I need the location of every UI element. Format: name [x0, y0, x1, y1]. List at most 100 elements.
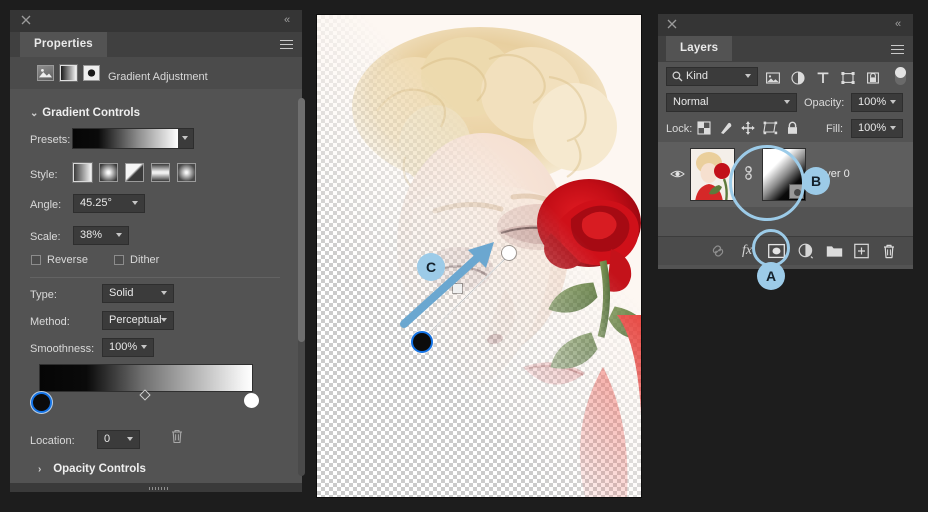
- new-layer-icon[interactable]: [854, 243, 869, 259]
- layers-panel: « Layers Kind Normal Opacity: 100% Lock:…: [658, 14, 913, 269]
- smoothness-input[interactable]: 100%: [102, 338, 154, 357]
- radial-gradient-style-icon[interactable]: [99, 163, 118, 182]
- chevron-down-icon: [141, 344, 149, 352]
- opacity-stepper[interactable]: [886, 93, 903, 112]
- reflected-gradient-style-icon[interactable]: [151, 163, 170, 182]
- search-icon: [672, 71, 683, 82]
- smoothness-label: Smoothness:: [30, 343, 95, 355]
- scale-input[interactable]: 38%: [73, 226, 129, 245]
- method-value: Perceptual: [109, 314, 162, 326]
- location-value: 0: [104, 433, 111, 445]
- callout-c-label: C: [425, 259, 437, 275]
- lock-all-icon[interactable]: [786, 121, 799, 135]
- eye-icon[interactable]: [670, 169, 685, 179]
- opacity-input[interactable]: 100%: [851, 93, 889, 112]
- gradient-stop-white[interactable]: [244, 393, 259, 408]
- layers-panel-titlebar: «: [658, 14, 913, 36]
- lock-fill-row: Lock: Fill: 100%: [658, 116, 913, 142]
- lock-image-pixels-icon[interactable]: [719, 121, 733, 135]
- fill-input[interactable]: 100%: [851, 119, 889, 138]
- lock-label: Lock:: [666, 123, 693, 135]
- mask-circle-icon[interactable]: [83, 65, 100, 81]
- reverse-checkbox[interactable]: [31, 255, 41, 265]
- gradient-end-handle[interactable]: [502, 246, 516, 260]
- location-stepper[interactable]: [123, 430, 140, 449]
- layer-kind-dropdown[interactable]: Kind: [666, 67, 758, 86]
- presets-dropdown[interactable]: [72, 128, 194, 149]
- filter-toggle-switch[interactable]: [895, 67, 906, 85]
- shape-layer-filter-icon[interactable]: [841, 71, 855, 85]
- chevron-down-icon: ⌄: [30, 108, 39, 119]
- chevron-down-icon: [161, 290, 169, 298]
- adjustment-header: Gradient Adjustment: [10, 57, 302, 90]
- new-adjustment-layer-icon[interactable]: [798, 243, 814, 259]
- layer-styles-fx-icon[interactable]: fx: [742, 243, 752, 259]
- layer-image-thumbnail[interactable]: [690, 148, 735, 201]
- dither-checkbox[interactable]: [114, 255, 124, 265]
- tab-properties-label: Properties: [34, 38, 93, 50]
- properties-tab-row: Properties: [10, 32, 302, 57]
- type-value: Solid: [109, 287, 134, 299]
- presets-label: Presets:: [30, 134, 71, 146]
- angle-input[interactable]: 45.25°: [73, 194, 145, 213]
- chevron-down-icon: [182, 135, 190, 143]
- trash-icon[interactable]: [170, 428, 184, 444]
- opacity-label: Opacity:: [804, 97, 845, 109]
- photoshop-workspace: « Properties Gradient Adjustment ⌄ Gradi…: [0, 0, 928, 512]
- gradient-start-handle[interactable]: [411, 331, 433, 353]
- angle-gradient-style-icon[interactable]: [125, 163, 144, 182]
- collapse-panel-icon[interactable]: «: [891, 18, 905, 30]
- type-dropdown[interactable]: Solid: [102, 284, 174, 303]
- panel-menu-icon[interactable]: [280, 40, 293, 49]
- new-group-icon[interactable]: [826, 243, 843, 259]
- pixel-layer-filter-icon[interactable]: [766, 71, 780, 85]
- close-icon[interactable]: [20, 14, 32, 26]
- chevron-down-icon: [784, 99, 792, 107]
- image-glyph: [38, 68, 53, 78]
- chevron-down-icon: [890, 125, 898, 133]
- tab-properties[interactable]: Properties: [20, 32, 107, 57]
- gradient-editor-strip[interactable]: [39, 364, 253, 392]
- lock-artboard-nesting-icon[interactable]: [763, 121, 778, 135]
- linear-gradient-style-icon[interactable]: [72, 162, 93, 183]
- divider: [30, 277, 280, 278]
- chevron-right-icon: ›: [38, 464, 42, 475]
- blend-mode-dropdown[interactable]: Normal: [666, 93, 797, 112]
- adjustment-layer-filter-icon[interactable]: [791, 71, 805, 85]
- panel-menu-icon[interactable]: [891, 45, 904, 54]
- smart-object-filter-icon[interactable]: [866, 71, 880, 85]
- collapse-panel-icon[interactable]: «: [280, 14, 294, 26]
- diamond-gradient-style-icon[interactable]: [177, 163, 196, 182]
- tab-layers[interactable]: Layers: [666, 36, 733, 61]
- method-label: Method:: [30, 316, 70, 328]
- vertical-scrollbar[interactable]: [298, 98, 305, 342]
- fill-stepper[interactable]: [886, 119, 903, 138]
- callout-b-ring: [729, 145, 805, 221]
- properties-scroll-area: ⌄ Gradient Controls Presets: Style: Angl…: [10, 89, 302, 479]
- gradient-swatch-icon[interactable]: [59, 64, 78, 82]
- gradient-controls-label: Gradient Controls: [42, 107, 140, 119]
- method-dropdown[interactable]: Perceptual: [102, 311, 174, 330]
- type-layer-filter-icon[interactable]: [816, 71, 830, 85]
- link-layers-icon[interactable]: [710, 243, 726, 259]
- callout-b-label: B: [810, 173, 822, 189]
- mask-glyph: [84, 66, 99, 80]
- opacity-controls-section-header[interactable]: › Opacity Controls: [38, 463, 146, 475]
- scale-value: 38%: [80, 229, 103, 241]
- properties-panel-titlebar: «: [10, 10, 302, 32]
- chevron-down-icon: [132, 200, 140, 208]
- lock-transparent-pixels-icon[interactable]: [697, 121, 711, 135]
- gradient-stop-black[interactable]: [31, 392, 52, 413]
- panel-resize-grip[interactable]: [10, 483, 302, 492]
- opacity-value: 100%: [858, 96, 887, 108]
- layer-filter-row: Kind: [658, 62, 913, 90]
- close-icon[interactable]: [666, 18, 678, 30]
- image-thumbnail-icon[interactable]: [37, 65, 54, 81]
- delete-layer-icon[interactable]: [882, 243, 896, 259]
- gradient-controls-section-header[interactable]: ⌄ Gradient Controls: [30, 107, 140, 119]
- angle-label: Angle:: [30, 199, 62, 211]
- callout-a-label: A: [765, 268, 777, 284]
- chevron-down-icon: [127, 436, 135, 444]
- layers-tab-row: Layers: [658, 36, 913, 62]
- lock-position-icon[interactable]: [741, 121, 755, 135]
